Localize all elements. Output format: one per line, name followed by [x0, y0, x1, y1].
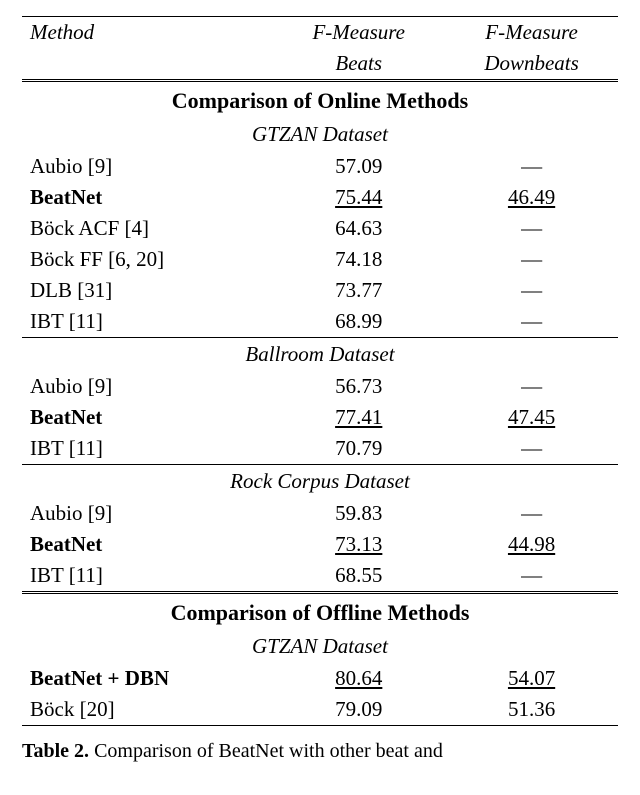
header-beats: F-Measure [272, 17, 445, 49]
cell-method: IBT [11] [22, 433, 272, 465]
section-label: Comparison of Online Methods [22, 81, 618, 119]
cell-downbeats: — [445, 306, 618, 338]
cell-beats: 73.77 [272, 275, 445, 306]
cell-beats: 68.99 [272, 306, 445, 338]
dataset-gtzan-offline: GTZAN Dataset [22, 630, 618, 663]
cell-method: IBT [11] [22, 306, 272, 338]
dataset-gtzan: GTZAN Dataset [22, 118, 618, 151]
cell-method: DLB [31] [22, 275, 272, 306]
cell-beats: 64.63 [272, 213, 445, 244]
table-caption: Table 2. Comparison of BeatNet with othe… [22, 740, 618, 763]
cell-method: IBT [11] [22, 560, 272, 593]
table-row: BeatNet 75.44 46.49 [22, 182, 618, 213]
cell-downbeats: 44.98 [508, 532, 555, 556]
cell-method: Böck FF [6, 20] [22, 244, 272, 275]
table-row: IBT [11] 68.99 — [22, 306, 618, 338]
cell-downbeats: — [445, 213, 618, 244]
cell-method: Aubio [9] [22, 371, 272, 402]
header-downbeats-sub: Downbeats [445, 48, 618, 81]
table-row: Aubio [9] 57.09 — [22, 151, 618, 182]
cell-downbeats: — [445, 560, 618, 593]
table-row: BeatNet 77.41 47.45 [22, 402, 618, 433]
table-header-row: Method F-Measure F-Measure [22, 17, 618, 49]
dataset-label: Ballroom Dataset [22, 338, 618, 372]
cell-downbeats: — [445, 433, 618, 465]
cell-beats: 74.18 [272, 244, 445, 275]
header-downbeats: F-Measure [445, 17, 618, 49]
cell-beats: 79.09 [272, 694, 445, 726]
cell-method: Böck [20] [22, 694, 272, 726]
cell-downbeats: 47.45 [508, 405, 555, 429]
cell-method: BeatNet [22, 402, 272, 433]
cell-method: Aubio [9] [22, 151, 272, 182]
caption-text: Comparison of BeatNet with other beat an… [94, 740, 443, 762]
cell-beats: 68.55 [272, 560, 445, 593]
cell-beats: 77.41 [335, 405, 382, 429]
table-row: Aubio [9] 59.83 — [22, 498, 618, 529]
table-row: Aubio [9] 56.73 — [22, 371, 618, 402]
table-row: Böck [20] 79.09 51.36 [22, 694, 618, 726]
table-row: Böck ACF [4] 64.63 — [22, 213, 618, 244]
cell-downbeats: 51.36 [445, 694, 618, 726]
cell-beats: 70.79 [272, 433, 445, 465]
cell-downbeats: — [445, 371, 618, 402]
header-beats-sub: Beats [272, 48, 445, 81]
cell-method: Böck ACF [4] [22, 213, 272, 244]
results-table: Method F-Measure F-Measure Beats Downbea… [22, 16, 618, 726]
dataset-ballroom: Ballroom Dataset [22, 338, 618, 372]
cell-beats: 75.44 [335, 185, 382, 209]
cell-downbeats: 46.49 [508, 185, 555, 209]
cell-downbeats: 54.07 [508, 666, 555, 690]
section-online: Comparison of Online Methods [22, 81, 618, 119]
header-method: Method [22, 17, 272, 49]
table-row: IBT [11] 68.55 — [22, 560, 618, 593]
cell-method: BeatNet [22, 529, 272, 560]
cell-beats: 57.09 [272, 151, 445, 182]
cell-method: BeatNet + DBN [22, 663, 272, 694]
cell-downbeats: — [445, 275, 618, 306]
dataset-label: GTZAN Dataset [22, 118, 618, 151]
cell-downbeats: — [445, 498, 618, 529]
cell-beats: 80.64 [335, 666, 382, 690]
section-label: Comparison of Offline Methods [22, 593, 618, 631]
cell-beats: 73.13 [335, 532, 382, 556]
table-header-sub: Beats Downbeats [22, 48, 618, 81]
dataset-label: Rock Corpus Dataset [22, 465, 618, 499]
cell-downbeats: — [445, 244, 618, 275]
table-row: DLB [31] 73.77 — [22, 275, 618, 306]
dataset-rock: Rock Corpus Dataset [22, 465, 618, 499]
cell-downbeats: — [445, 151, 618, 182]
caption-label: Table 2. [22, 740, 89, 762]
cell-method: Aubio [9] [22, 498, 272, 529]
cell-beats: 56.73 [272, 371, 445, 402]
dataset-label: GTZAN Dataset [22, 630, 618, 663]
table-row: BeatNet + DBN 80.64 54.07 [22, 663, 618, 694]
section-offline: Comparison of Offline Methods [22, 593, 618, 631]
cell-method: BeatNet [22, 182, 272, 213]
cell-beats: 59.83 [272, 498, 445, 529]
table-row: Böck FF [6, 20] 74.18 — [22, 244, 618, 275]
table-row: IBT [11] 70.79 — [22, 433, 618, 465]
table-row: BeatNet 73.13 44.98 [22, 529, 618, 560]
